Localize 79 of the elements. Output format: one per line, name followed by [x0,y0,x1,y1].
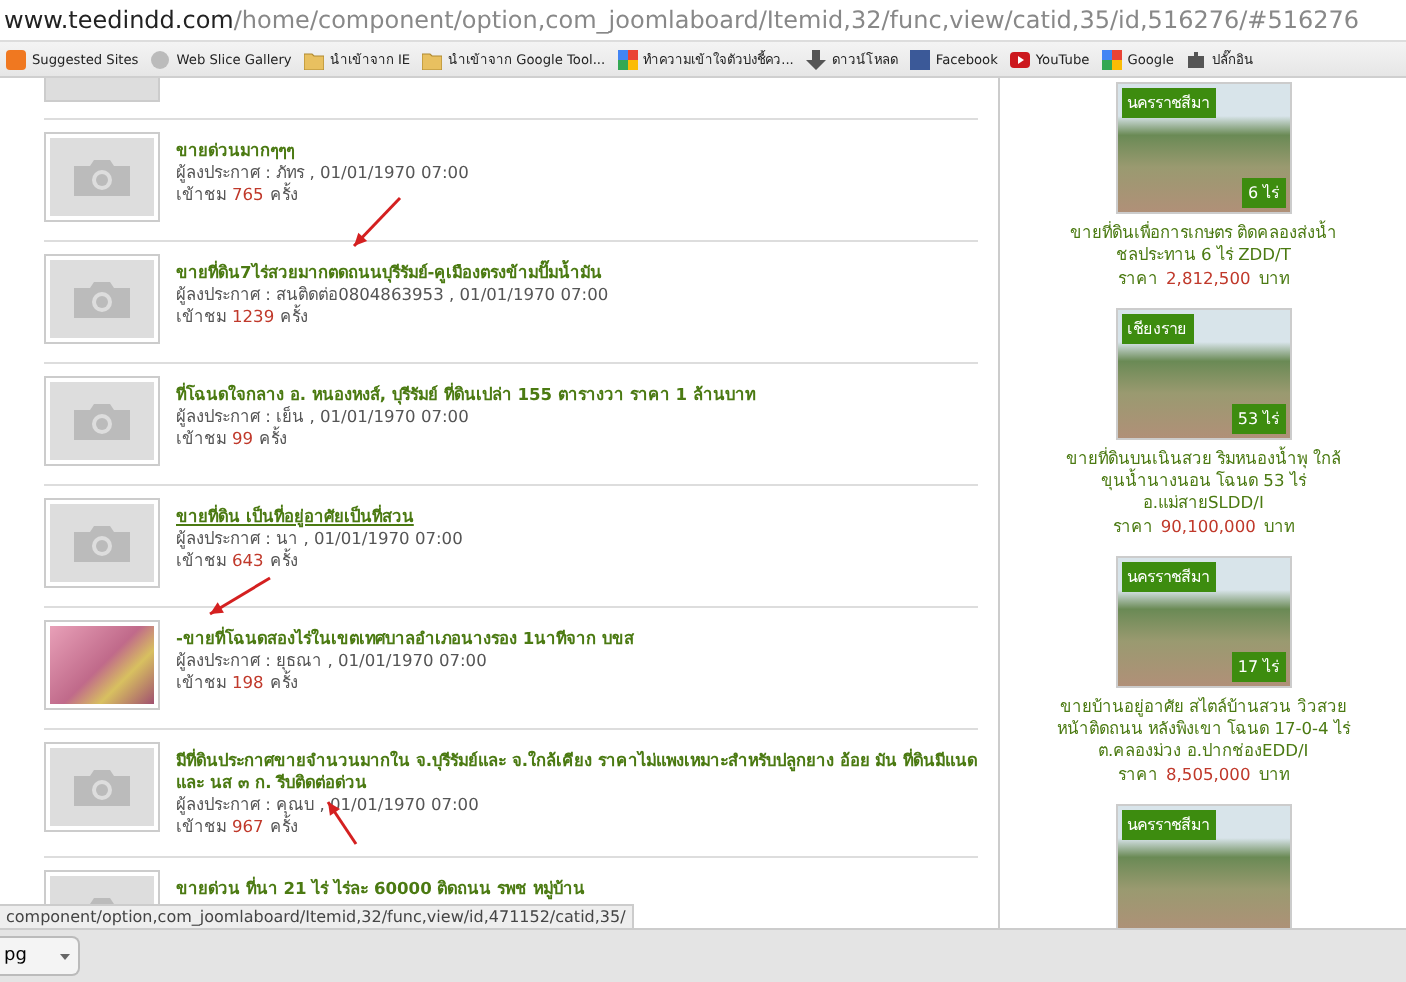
post-title-link[interactable]: ขายที่ดิน เป็นที่อยู่อาศัยเป็นที่สวน [176,506,414,528]
region-tag: นครราชสีมา [1121,810,1216,840]
photo-placeholder[interactable]: เชียงราย 53 ไร่ [1115,308,1292,440]
views-unit: ครั้ง [259,428,288,450]
grid-icon [617,49,638,69]
price-label: ราคา [1112,516,1153,538]
views-unit: ครั้ง [269,672,298,694]
arrow [209,576,271,616]
download-item[interactable]: pg [0,936,80,976]
views-label: เข้าชม [176,550,226,572]
thumbnail-frame[interactable] [44,132,160,222]
thumbnail-frame[interactable] [44,742,160,832]
post-title-link[interactable]: ขายด่วน ที่นา 21 ไร่ ไร่ละ 60000 ติดถนน รพช หมู่บ้าน [176,878,586,900]
puzzle-icon [1185,49,1206,69]
price: 2,812,500 [1166,268,1251,290]
views-count: 643 [232,550,264,572]
views-count: 1239 [232,306,275,328]
photo-placeholder[interactable]: นครราชสีมา [1115,804,1292,928]
views-count: 99 [232,428,254,450]
views-unit: ครั้ง [280,306,309,328]
size-tag: 17 ไร่ [1231,652,1286,682]
views-count: 967 [232,816,264,838]
arrow [352,196,402,248]
currency: บาท [1258,764,1289,786]
photo-placeholder[interactable]: นครราชสีมา 17 ไร่ [1115,556,1292,688]
thumbnail-frame[interactable] [44,498,160,588]
camera-icon [70,401,134,441]
views-label: เข้าชม [176,816,226,838]
size-tag: 53 ไร่ [1231,404,1286,434]
price: 90,100,000 [1160,516,1256,538]
size-tag: 6 ไร่ [1242,178,1286,208]
currency: บาท [1258,268,1289,290]
post-title-link[interactable]: ขายที่ดิน7ไร่สวยมากตดถนนบุรีรัมย์-คูเมืองตรงข้ามปั๊มน้ำมัน [176,262,603,284]
post-meta: ผู้ลงประกาศ : เย็น , 01/01/1970 07:00 [176,406,469,427]
listing-title[interactable]: ขายที่ดินบนเนินสวย ริมหนองน้ำพุ ใกล้ ขุนน้ำนางนอน โฉนด 53 ไร่ อ.แม่สายSLDD/I [1066,448,1341,514]
camera-icon [70,279,134,319]
views-unit: ครั้ง [269,550,298,572]
camera-icon [70,157,134,197]
camera-icon [70,523,134,563]
download-icon [805,49,826,69]
post-meta: ผู้ลงประกาศ : คุณบ , 01/01/1970 07:00 [176,794,479,815]
thumbnail-frame[interactable] [44,376,160,466]
views-unit: ครั้ง [269,184,298,206]
caret-icon [60,953,70,959]
price-label: ราคา [1118,268,1159,290]
post-meta: ผู้ลงประกาศ : นา , 01/01/1970 07:00 [176,528,463,549]
views-label: เข้าชม [176,428,226,450]
views-label: เข้าชม [176,672,226,694]
youtube-icon [1009,49,1030,69]
post-meta: ผู้ลงประกาศ : สนติดต่อ0804863953 , 01/01/1970 07:00 [176,284,609,305]
grid-icon [1101,49,1122,69]
photo-placeholder[interactable]: นครราชสีมา 6 ไร่ [1115,82,1292,214]
views-label: เข้าชม [176,306,226,328]
folder-icon [422,49,443,69]
post-title-link[interactable]: มีที่ดินประกาศขายจำนวนมากใน จ.บุรีรัมย์และ จ.ใกล้เคียง ราคาไม่แพงเหมาะสำหรับปลูกยาง อ้อย มัน ที่ดินมีแนด และ นส ๓ ก. รีบติดต่อด่วน [176,750,979,794]
views-unit: ครั้ง [269,816,298,838]
region-tag: นครราชสีมา [1121,88,1216,118]
region-tag: เชียงราย [1121,314,1194,344]
thumbnail-frame[interactable] [44,254,160,344]
facebook-icon [909,49,930,69]
views-count: 765 [232,184,264,206]
price: 8,505,000 [1166,764,1251,786]
camera-icon [70,767,134,807]
post-meta: ผู้ลงประกาศ : ภัทร , 01/01/1970 07:00 [176,162,469,183]
post-meta: ผู้ลงประกาศ : ยุธณา , 01/01/1970 07:00 [176,650,487,671]
price-label: ราคา [1118,764,1159,786]
photo-placeholder [50,626,154,704]
currency: บาท [1263,516,1294,538]
thumbnail-frame[interactable] [44,620,160,710]
post-title-link[interactable]: ที่โฉนดใจกลาง อ. หนองหงส์, บุรีรัมย์ ที่ดินเปล่า 155 ตารางวา ราคา 1 ล้านบาท [176,384,755,406]
url-tooltip: component/option,com_joomlaboard/Itemid,32/func,view/id,471152/catid,35/ [0,904,634,930]
post-title-link[interactable]: -ขายที่โฉนดสองไร่ในเขตเทศบาลอำเภอนางรอง 1นาทีจาก บขส [176,628,634,650]
folder-icon [303,49,324,69]
views-count: 198 [232,672,264,694]
listing-title[interactable]: ขายบ้านอยู่อาศัย สไตล์บ้านสวน วิวสวย หน้าติดถนน หลังพิงเขา โฉนด 17-0-4 ไร่ ต.คลองม่วง อ.ปากช่องEDD/I [1056,696,1350,762]
post-title-link[interactable]: ขายด่วนมากๆๆๆ [176,140,294,162]
listing-title[interactable]: ขายที่ดินเพื่อการเกษตร ติดคลองส่งน้ำ ชลประทาน 6 ไร่ ZDD/T [1069,222,1337,266]
views-label: เข้าชม [176,184,226,206]
region-tag: นครราชสีมา [1121,562,1216,592]
